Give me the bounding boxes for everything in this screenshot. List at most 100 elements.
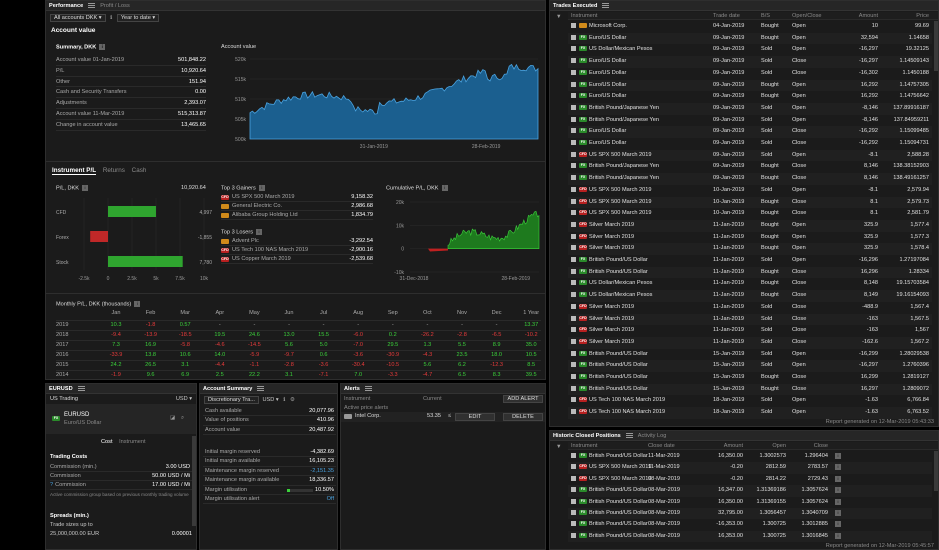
- details-icon[interactable]: i: [835, 532, 841, 539]
- table-row[interactable]: FX British Pound/US Dollar 15-Jan-2019 Sold…: [568, 360, 932, 372]
- table-row[interactable]: CFD Silver March 2019 11-Jan-2019 Bought Ope…: [568, 232, 932, 244]
- table-row[interactable]: FX Euro/US Dollar 09-Jan-2019 Sold Close -16,…: [568, 68, 932, 80]
- table-row[interactable]: FX Euro/US Dollar 09-Jan-2019 Bought Open 16,…: [568, 79, 932, 92]
- table-row[interactable]: CFD US SPX 500 March 2019 08-Mar-2019 -0.20…: [568, 474, 932, 485]
- details-icon[interactable]: i: [835, 475, 841, 482]
- row-checkbox[interactable]: [571, 532, 576, 538]
- table-row[interactable]: FX Euro/US Dollar 09-Jan-2019 Sold Close -16,…: [568, 126, 932, 138]
- tab-instrument-pl[interactable]: Instrument P/L: [52, 167, 97, 175]
- chart-icon[interactable]: ◪: [170, 415, 175, 421]
- details-icon[interactable]: i: [835, 521, 841, 528]
- column-header[interactable]: Amount: [831, 12, 878, 20]
- panel-menu-icon[interactable]: [77, 386, 85, 391]
- tab-account-summary[interactable]: Account Summary: [203, 386, 252, 392]
- row-checkbox[interactable]: [571, 280, 576, 286]
- table-row[interactable]: FX British Pound/US Dollar 11-Mar-2019 16,3…: [568, 451, 932, 462]
- row-checkbox[interactable]: [571, 521, 576, 527]
- row-checkbox[interactable]: [571, 464, 576, 470]
- row-checkbox[interactable]: [571, 397, 576, 403]
- row-checkbox[interactable]: [571, 268, 576, 274]
- table-row[interactable]: CFD Silver March 2019 11-Jan-2019 Sold Close…: [568, 302, 932, 314]
- row-checkbox[interactable]: [571, 221, 576, 227]
- tab-profit-loss[interactable]: Profit / Loss: [100, 3, 130, 9]
- table-row[interactable]: FX British Pound/US Dollar 08-Mar-2019 16,3…: [568, 485, 932, 497]
- column-header[interactable]: B/S: [761, 12, 791, 20]
- table-row[interactable]: CFD Silver March 2019 11-Jan-2019 Sold Close…: [568, 313, 932, 326]
- question-icon[interactable]: ?: [50, 482, 53, 488]
- row-checkbox[interactable]: [571, 210, 576, 216]
- tab-cost[interactable]: Cost: [101, 439, 113, 445]
- mover-row[interactable]: General Electric Co. 2,986.68: [221, 202, 373, 211]
- table-row[interactable]: CFD Silver March 2019 11-Jan-2019 Bought Ope…: [568, 243, 932, 255]
- table-row[interactable]: FX British Pound/US Dollar 15-Jan-2019 Boug…: [568, 372, 932, 384]
- accounts-select[interactable]: All accounts DKK ▾: [50, 14, 106, 22]
- row-checkbox[interactable]: [571, 498, 576, 504]
- table-row[interactable]: FX British Pound/US Dollar 08-Mar-2019 -16,…: [568, 519, 932, 530]
- scrollbar[interactable]: [934, 21, 938, 71]
- details-icon[interactable]: i: [835, 464, 841, 471]
- row-checkbox[interactable]: [571, 338, 576, 344]
- table-row[interactable]: FX British Pound/Japanese Yen 09-Jan-2019 B…: [568, 173, 932, 185]
- column-header[interactable]: Trade date: [713, 12, 763, 20]
- filter-icon[interactable]: ▼: [556, 14, 562, 20]
- scrollbar[interactable]: [192, 436, 196, 526]
- row-checkbox[interactable]: [571, 93, 576, 99]
- currency-select[interactable]: USD ▾: [176, 396, 192, 402]
- row-checkbox[interactable]: [571, 292, 576, 298]
- period-select[interactable]: Year to date ▾: [116, 14, 160, 22]
- details-icon[interactable]: i: [835, 510, 841, 516]
- table-row[interactable]: FX British Pound/US Dollar 08-Mar-2019 16,3…: [568, 497, 932, 508]
- row-checkbox[interactable]: [571, 315, 576, 321]
- tab-trades-executed[interactable]: Trades Executed: [553, 3, 597, 9]
- table-row[interactable]: CFD US Tech 100 NAS March 2019 18-Jan-2019…: [568, 407, 932, 419]
- row-checkbox[interactable]: [571, 128, 576, 134]
- column-header[interactable]: Instrument: [571, 12, 691, 20]
- table-row[interactable]: FX US Dollar/Mexican Pesos 09-Jan-2019 Sold…: [568, 44, 932, 56]
- row-checkbox[interactable]: [571, 385, 576, 391]
- row-checkbox[interactable]: [571, 69, 576, 75]
- row-checkbox[interactable]: [571, 58, 576, 64]
- table-row[interactable]: CFD Silver March 2019 11-Jan-2019 Bought Ope…: [568, 219, 932, 232]
- table-row[interactable]: FX Euro/US Dollar 09-Jan-2019 Bought Open 32,…: [568, 32, 932, 45]
- settings-icon[interactable]: ⚙: [290, 397, 295, 403]
- tab-activity-log[interactable]: Activity Log: [638, 433, 667, 439]
- table-row[interactable]: FX British Pound/Japanese Yen 09-Jan-2019 S…: [568, 115, 932, 127]
- mover-row[interactable]: Advent Plc -3,292.54: [221, 237, 373, 246]
- row-checkbox[interactable]: [571, 186, 576, 192]
- column-header[interactable]: Amount: [693, 442, 743, 450]
- row-checkbox[interactable]: [571, 487, 576, 493]
- row-checkbox[interactable]: [571, 510, 576, 516]
- delete-alert-button[interactable]: DELETE: [503, 413, 543, 421]
- row-checkbox[interactable]: [571, 362, 576, 368]
- row-checkbox[interactable]: [571, 303, 576, 309]
- table-row[interactable]: FX British Pound/Japanese Yen 09-Jan-2019 S…: [568, 102, 932, 115]
- table-row[interactable]: CFD US SPX 500 March 2019 09-Jan-2019 Sold O…: [568, 149, 932, 162]
- tab-cash[interactable]: Cash: [132, 167, 147, 174]
- row-checkbox[interactable]: [571, 23, 576, 29]
- table-row[interactable]: CFD US SPX 500 March 2019 10-Jan-2019 Bough…: [568, 196, 932, 209]
- details-icon[interactable]: i: [835, 487, 841, 494]
- table-row[interactable]: CFD Silver March 2019 11-Jan-2019 Sold Close…: [568, 325, 932, 337]
- account-select[interactable]: Discretionary Tra...: [204, 396, 259, 404]
- panel-menu-icon[interactable]: [88, 3, 96, 8]
- scrollbar[interactable]: [934, 451, 938, 491]
- table-row[interactable]: FX British Pound/US Dollar 08-Mar-2019 16,3…: [568, 530, 932, 543]
- table-row[interactable]: FX US Dollar/Mexican Pesos 11-Jan-2019 Boug…: [568, 290, 932, 302]
- edit-alert-button[interactable]: EDIT: [455, 413, 495, 421]
- table-row[interactable]: CFD US SPX 500 March 2019 11-Mar-2019 -0.20…: [568, 462, 932, 474]
- table-row[interactable]: Microsoft Corp. 04-Jan-2019 Bought Open 10 99…: [568, 21, 932, 33]
- table-row[interactable]: FX British Pound/US Dollar 08-Mar-2019 32,7…: [568, 508, 932, 520]
- tab-eurusd[interactable]: EURUSD: [49, 386, 73, 392]
- table-row[interactable]: CFD US Tech 100 NAS March 2019 18-Jan-2019…: [568, 395, 932, 407]
- mover-row[interactable]: Alibaba Group Holding Ltd 1,834.79: [221, 211, 373, 220]
- row-checkbox[interactable]: [571, 233, 576, 239]
- panel-menu-icon[interactable]: [602, 3, 610, 8]
- row-checkbox[interactable]: [571, 104, 576, 110]
- row-checkbox[interactable]: [571, 34, 576, 40]
- table-row[interactable]: CFD Silver March 2019 11-Jan-2019 Sold Close…: [568, 336, 932, 349]
- table-row[interactable]: FX British Pound/US Dollar 11-Jan-2019 Boug…: [568, 266, 932, 279]
- row-checkbox[interactable]: [571, 116, 576, 122]
- row-checkbox[interactable]: [571, 175, 576, 181]
- table-row[interactable]: FX British Pound/US Dollar 15-Jan-2019 Sold…: [568, 349, 932, 361]
- details-icon[interactable]: i: [835, 498, 841, 505]
